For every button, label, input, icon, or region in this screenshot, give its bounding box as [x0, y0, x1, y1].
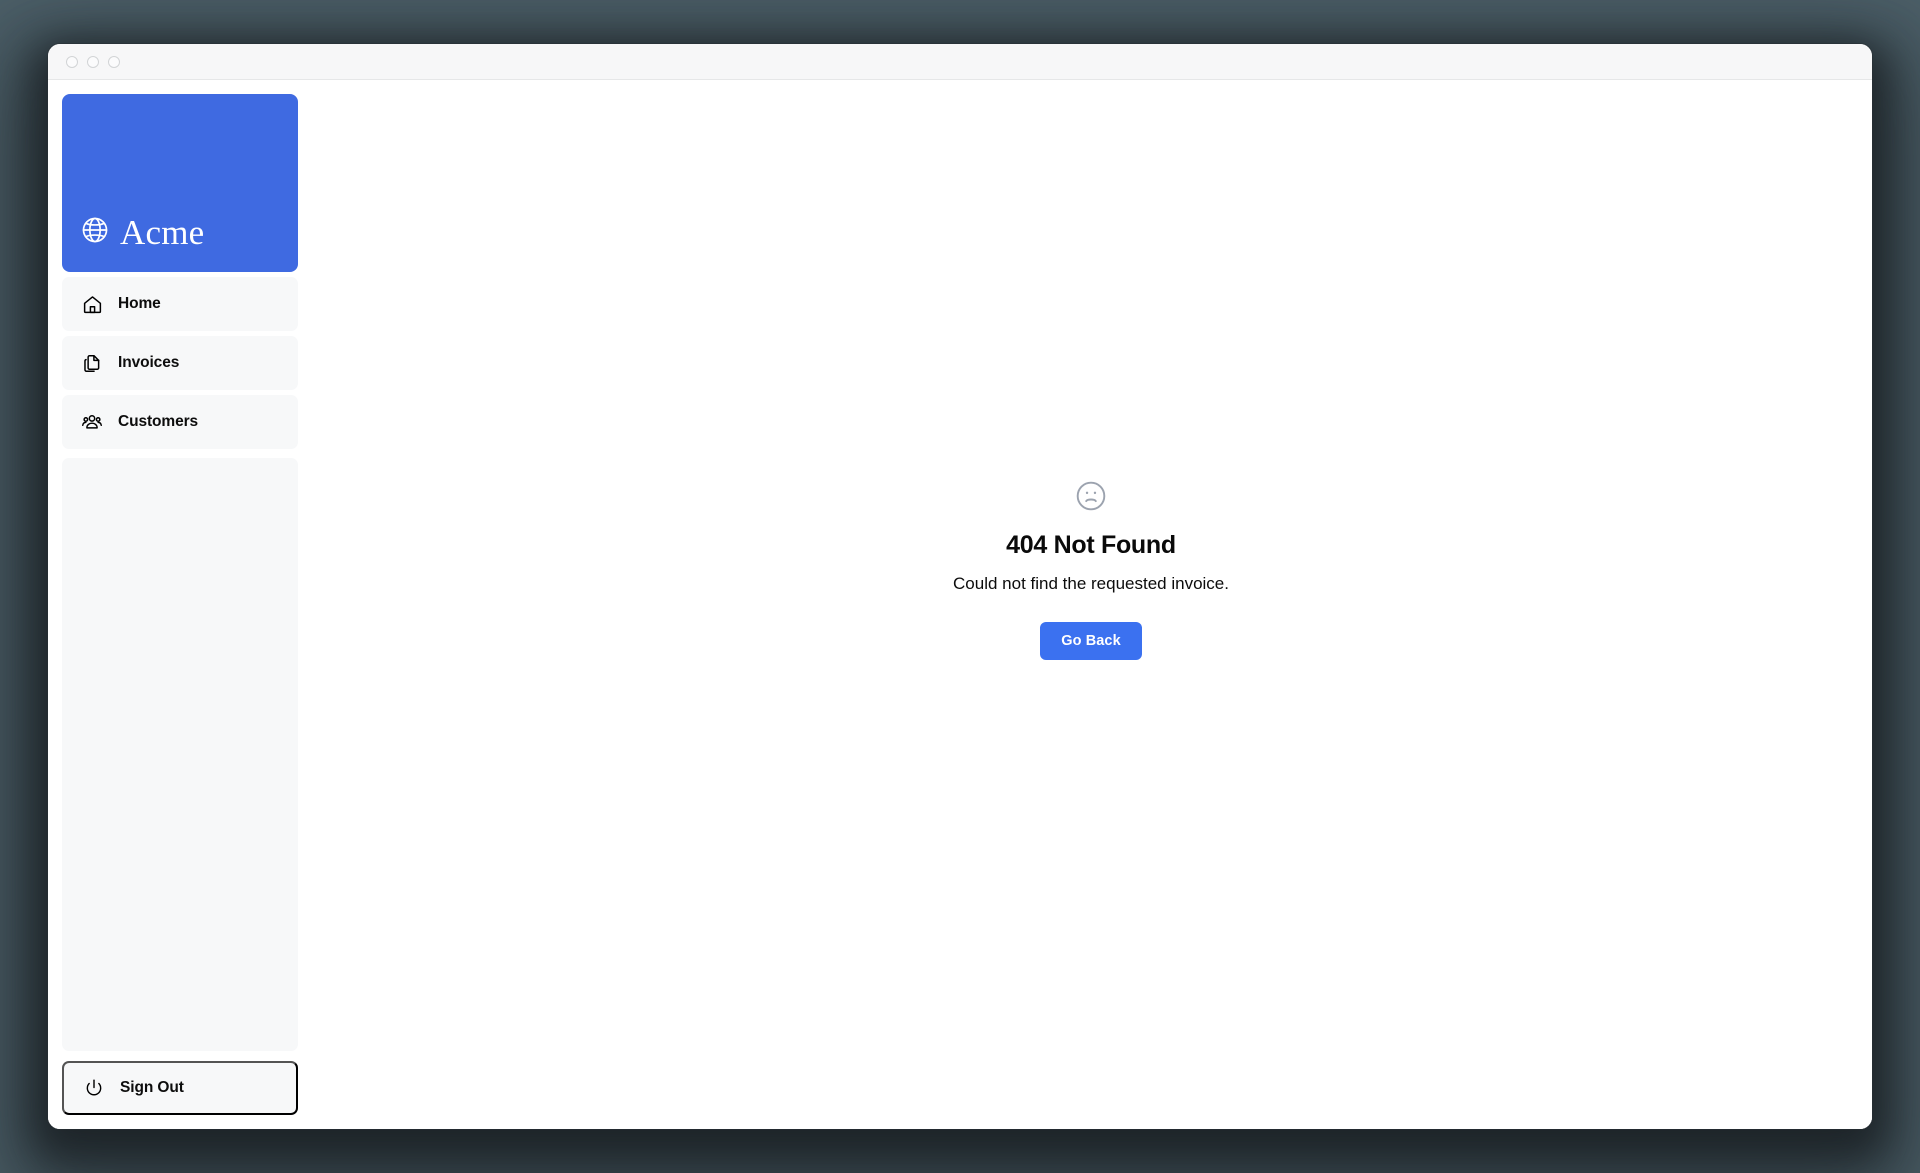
- sidebar-item-invoices[interactable]: Invoices: [62, 336, 298, 390]
- document-duplicate-icon: [81, 352, 103, 374]
- sidebar-filler: [62, 458, 298, 1051]
- sidebar-item-label: Home: [118, 295, 161, 312]
- globe-icon: [80, 215, 110, 250]
- sign-out-button[interactable]: Sign Out: [62, 1061, 298, 1115]
- go-back-button[interactable]: Go Back: [1040, 622, 1142, 660]
- sidebar-item-home[interactable]: Home: [62, 277, 298, 331]
- maximize-dot[interactable]: [108, 55, 120, 68]
- brand-name: Acme: [120, 213, 205, 252]
- face-frown-icon: [1074, 479, 1108, 518]
- window-body: Acme Home Invoices Customers Sign Out 40…: [48, 80, 1872, 1129]
- window-title-bar: [48, 44, 1872, 80]
- desktop-backdrop: Acme Home Invoices Customers Sign Out 40…: [0, 0, 1920, 1173]
- sidebar: Acme Home Invoices Customers Sign Out: [48, 80, 310, 1129]
- browser-window: Acme Home Invoices Customers Sign Out 40…: [48, 44, 1872, 1129]
- user-group-icon: [81, 411, 103, 433]
- error-message: Could not find the requested invoice.: [953, 574, 1229, 593]
- error-title: 404 Not Found: [1006, 531, 1176, 559]
- sidebar-item-label: Invoices: [118, 354, 180, 371]
- sign-out-label: Sign Out: [120, 1079, 184, 1096]
- error-state: 404 Not Found Could not find the request…: [953, 479, 1229, 660]
- brand-inner: Acme: [80, 215, 204, 250]
- power-icon: [83, 1077, 105, 1099]
- sidebar-item-customers[interactable]: Customers: [62, 395, 298, 449]
- brand-logo-panel[interactable]: Acme: [62, 94, 298, 272]
- minimize-dot[interactable]: [87, 55, 99, 68]
- home-icon: [81, 293, 103, 315]
- close-dot[interactable]: [66, 55, 78, 68]
- sidebar-item-label: Customers: [118, 413, 199, 430]
- main-content: 404 Not Found Could not find the request…: [310, 80, 1872, 1129]
